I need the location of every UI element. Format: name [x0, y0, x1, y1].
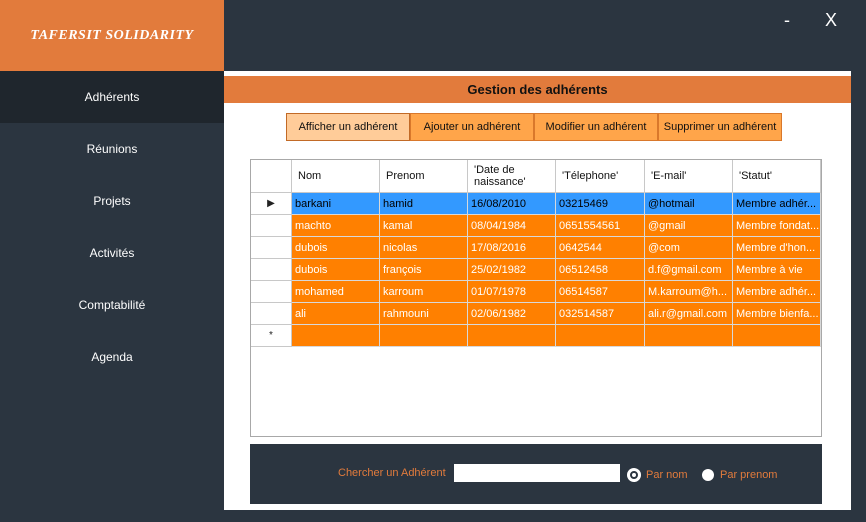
table-cell[interactable]: @com: [645, 237, 733, 259]
table-cell[interactable]: @hotmail: [645, 193, 733, 215]
title-bar: - X: [224, 0, 866, 71]
new-row-cell[interactable]: [556, 325, 645, 347]
app-title: TAFERSIT SOLIDARITY: [30, 27, 194, 43]
table-cell[interactable]: Membre d'hon...: [733, 237, 821, 259]
page-title: Gestion des adhérents: [467, 82, 608, 97]
main-panel: Gestion des adhérents Afficher un adhére…: [224, 71, 851, 510]
sidebar-item-projets[interactable]: Projets: [0, 175, 224, 227]
sidebar-item-adherents[interactable]: Adhérents: [0, 71, 224, 123]
close-button[interactable]: X: [825, 10, 837, 31]
table-cell[interactable]: d.f@gmail.com: [645, 259, 733, 281]
new-row-cell[interactable]: [292, 325, 380, 347]
show-member-button[interactable]: Afficher un adhérent: [286, 113, 410, 141]
table-cell[interactable]: rahmouni: [380, 303, 468, 325]
new-row-cell[interactable]: [380, 325, 468, 347]
row-header[interactable]: ▶: [251, 193, 292, 215]
row-header[interactable]: [251, 215, 292, 237]
new-row-cell[interactable]: [645, 325, 733, 347]
sidebar-item-comptabilite[interactable]: Comptabilité: [0, 279, 224, 331]
table-cell[interactable]: M.karroum@h...: [645, 281, 733, 303]
column-header-prenom[interactable]: Prenom: [380, 160, 468, 193]
table-cell[interactable]: 032514587: [556, 303, 645, 325]
edit-member-button[interactable]: Modifier un adhérent: [534, 113, 658, 141]
row-header[interactable]: [251, 259, 292, 281]
column-header-nom[interactable]: Nom: [292, 160, 380, 193]
app-logo: TAFERSIT SOLIDARITY: [0, 0, 224, 71]
window-bottom-edge: [0, 510, 866, 522]
column-header-date-naissance[interactable]: 'Date de naissance': [468, 160, 556, 193]
table-cell[interactable]: 02/06/1982: [468, 303, 556, 325]
sidebar-item-label: Réunions: [86, 142, 138, 156]
sidebar-item-label: Comptabilité: [78, 298, 146, 312]
new-row-cell[interactable]: [468, 325, 556, 347]
table-cell[interactable]: 17/08/2016: [468, 237, 556, 259]
row-header[interactable]: [251, 303, 292, 325]
table-cell[interactable]: nicolas: [380, 237, 468, 259]
row-header[interactable]: [251, 281, 292, 303]
table-cell[interactable]: 08/04/1984: [468, 215, 556, 237]
column-header-statut[interactable]: 'Statut': [733, 160, 821, 193]
table-cell[interactable]: mohamed: [292, 281, 380, 303]
current-row-arrow-icon: ▶: [267, 198, 275, 209]
table-cell[interactable]: 01/07/1978: [468, 281, 556, 303]
members-grid[interactable]: Nom Prenom 'Date de naissance' 'Télephon…: [250, 159, 822, 437]
column-header-email[interactable]: 'E-mail': [645, 160, 733, 193]
sidebar-item-label: Projets: [93, 194, 131, 208]
table-cell[interactable]: 0651554561: [556, 215, 645, 237]
table-cell[interactable]: karroum: [380, 281, 468, 303]
table-cell[interactable]: ali.r@gmail.com: [645, 303, 733, 325]
by-name-label[interactable]: Par nom: [646, 469, 688, 481]
table-cell[interactable]: françois: [380, 259, 468, 281]
table-cell[interactable]: 25/02/1982: [468, 259, 556, 281]
table-cell[interactable]: 16/08/2010: [468, 193, 556, 215]
table-cell[interactable]: dubois: [292, 259, 380, 281]
table-cell[interactable]: Membre adhér...: [733, 281, 821, 303]
table-cell[interactable]: 03215469: [556, 193, 645, 215]
sidebar-item-label: Activités: [89, 246, 135, 260]
column-header-telephone[interactable]: 'Télephone': [556, 160, 645, 193]
new-row-header[interactable]: *: [251, 325, 292, 347]
sidebar-item-activites[interactable]: Activités: [0, 227, 224, 279]
table-cell[interactable]: machto: [292, 215, 380, 237]
table-cell[interactable]: barkani: [292, 193, 380, 215]
by-firstname-radio[interactable]: [702, 469, 714, 481]
action-toolbar: Afficher un adhérent Ajouter un adhérent…: [286, 113, 782, 141]
by-name-radio[interactable]: [628, 469, 640, 481]
new-row-cell[interactable]: [733, 325, 821, 347]
delete-member-button[interactable]: Supprimer un adhérent: [658, 113, 782, 141]
search-input[interactable]: [454, 464, 620, 482]
sidebar: Adhérents Réunions Projets Activités Com…: [0, 71, 224, 522]
table-cell[interactable]: Membre adhér...: [733, 193, 821, 215]
table-cell[interactable]: Membre bienfa...: [733, 303, 821, 325]
table-cell[interactable]: 0642544: [556, 237, 645, 259]
new-row-asterisk-icon: *: [269, 330, 273, 341]
sidebar-item-agenda[interactable]: Agenda: [0, 331, 224, 383]
table-cell[interactable]: @gmail: [645, 215, 733, 237]
row-header[interactable]: [251, 237, 292, 259]
search-label: Chercher un Adhérent: [338, 467, 446, 479]
table-cell[interactable]: dubois: [292, 237, 380, 259]
grid-corner-header: [251, 160, 292, 193]
sidebar-item-label: Agenda: [91, 350, 133, 364]
table-cell[interactable]: 06514587: [556, 281, 645, 303]
table-cell[interactable]: kamal: [380, 215, 468, 237]
table-cell[interactable]: Membre à vie: [733, 259, 821, 281]
page-header: Gestion des adhérents: [224, 76, 851, 103]
sidebar-item-label: Adhérents: [84, 90, 140, 104]
table-cell[interactable]: ali: [292, 303, 380, 325]
sidebar-item-reunions[interactable]: Réunions: [0, 123, 224, 175]
search-panel: Chercher un Adhérent Par nom Par prenom: [250, 444, 822, 504]
add-member-button[interactable]: Ajouter un adhérent: [410, 113, 534, 141]
table-cell[interactable]: 06512458: [556, 259, 645, 281]
table-cell[interactable]: Membre fondat...: [733, 215, 821, 237]
by-firstname-label[interactable]: Par prenom: [720, 469, 777, 481]
minimize-button[interactable]: -: [784, 10, 790, 31]
table-cell[interactable]: hamid: [380, 193, 468, 215]
